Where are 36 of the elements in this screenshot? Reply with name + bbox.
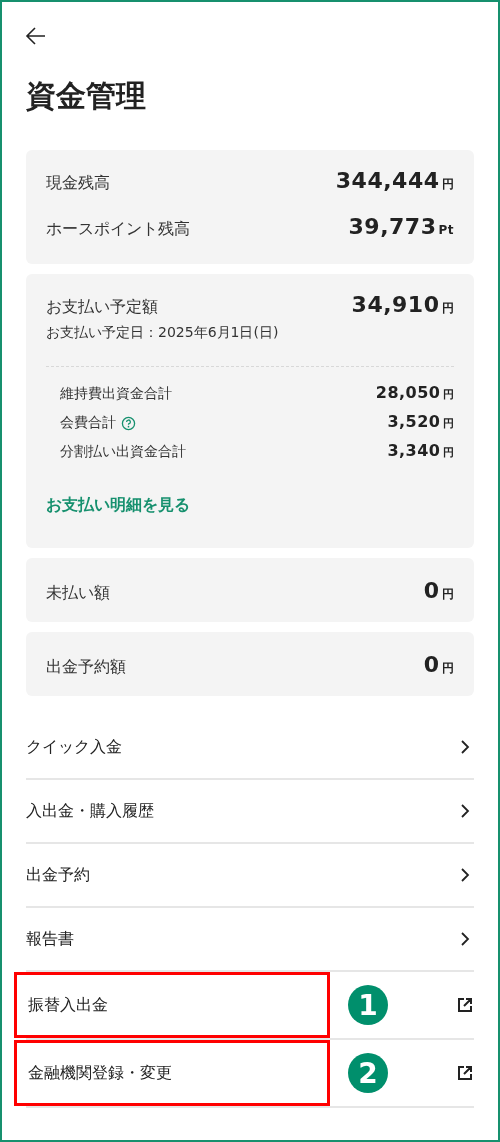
- amount: 3,520 円: [387, 412, 454, 431]
- amount: 34,910 円: [351, 292, 454, 317]
- breakdown-label: 分割払い出資金合計: [60, 443, 186, 461]
- payment-details-link[interactable]: お支払い明細を見る: [46, 495, 190, 516]
- payment-date: お支払い予定日：2025年6月1日(日): [46, 324, 280, 342]
- amount: 0 円: [423, 652, 454, 677]
- menu-item[interactable]: クイック入金: [26, 716, 474, 780]
- amount: 344,444 円: [335, 168, 454, 193]
- callout-number: 2: [348, 1053, 388, 1093]
- menu-item-label: 入出金・購入履歴: [26, 800, 154, 822]
- menu-item[interactable]: 振替入出金 1: [26, 972, 474, 1040]
- summary-label: 未払い額: [46, 583, 110, 604]
- balance-label: 現金残高: [46, 173, 110, 194]
- amount: 3,340 円: [387, 441, 454, 460]
- menu-item[interactable]: 報告書: [26, 908, 474, 972]
- breakdown-label: 会費合計: [60, 414, 116, 432]
- menu-item-label: 報告書: [26, 928, 74, 950]
- amount: 0 円: [423, 578, 454, 603]
- page-title: 資金管理: [26, 78, 147, 114]
- external-link-icon: [456, 1064, 474, 1082]
- external-link-icon: [456, 996, 474, 1014]
- menu-item[interactable]: 金融機関登録・変更 2: [26, 1040, 474, 1108]
- balance-label: ホースポイント残高: [46, 219, 190, 240]
- menu-item-label: 振替入出金: [27, 994, 108, 1016]
- menu-item-label: クイック入金: [26, 736, 122, 758]
- summary-label: 出金予約額: [46, 657, 126, 678]
- menu-item-label: 出金予約: [26, 864, 90, 886]
- menu-item[interactable]: 入出金・購入履歴: [26, 780, 474, 844]
- menu-item[interactable]: 出金予約: [26, 844, 474, 908]
- amount: 28,050 円: [375, 383, 454, 402]
- breakdown-label: 維持費出資金合計: [60, 385, 172, 403]
- help-icon[interactable]: [121, 415, 136, 431]
- amount: 39,773 Pt: [348, 214, 454, 239]
- menu-item-label: 金融機関登録・変更: [27, 1062, 172, 1084]
- payment-label: お支払い予定額: [46, 297, 158, 318]
- callout-number: 1: [348, 985, 388, 1025]
